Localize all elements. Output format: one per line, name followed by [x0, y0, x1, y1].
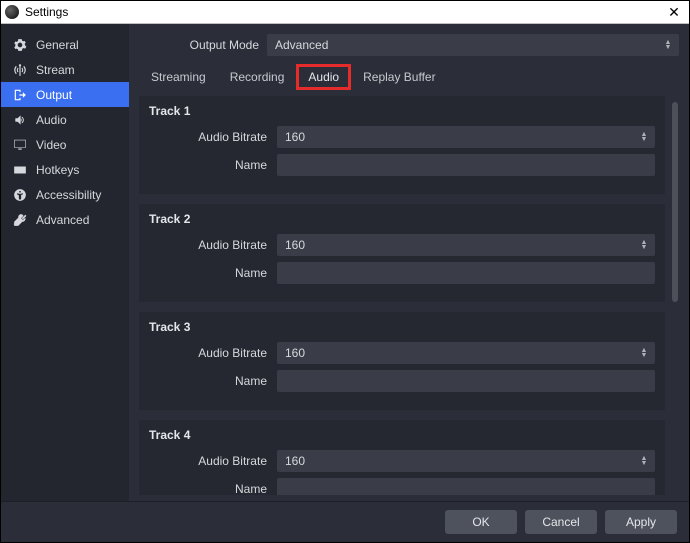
sidebar: General Stream Output Audio	[1, 24, 129, 501]
tab-recording[interactable]: Recording	[218, 64, 297, 90]
bitrate-value: 160	[285, 238, 305, 252]
speaker-icon	[13, 113, 27, 127]
gear-icon	[13, 38, 27, 52]
name-row: Name	[149, 478, 655, 495]
vertical-scrollbar[interactable]	[671, 96, 679, 495]
track-group: Track 4 Audio Bitrate 160 Name	[139, 420, 665, 495]
bitrate-label: Audio Bitrate	[149, 238, 277, 252]
bitrate-row: Audio Bitrate 160	[149, 126, 655, 148]
spin-buttons-icon	[637, 348, 651, 358]
scroll-area: Track 1 Audio Bitrate 160 Name	[139, 96, 679, 495]
bitrate-spinbox[interactable]: 160	[277, 450, 655, 472]
sidebar-item-video[interactable]: Video	[1, 132, 129, 157]
spin-buttons-icon	[637, 456, 651, 466]
bitrate-spinbox[interactable]: 160	[277, 342, 655, 364]
antenna-icon	[13, 63, 27, 77]
combo-stepper-icon	[661, 40, 675, 50]
app-icon	[5, 5, 19, 19]
button-label: Apply	[626, 515, 656, 529]
close-icon[interactable]: ✕	[663, 4, 685, 21]
bitrate-label: Audio Bitrate	[149, 346, 277, 360]
track-list: Track 1 Audio Bitrate 160 Name	[139, 96, 671, 495]
track-group: Track 3 Audio Bitrate 160 Name	[139, 312, 665, 410]
name-input[interactable]	[277, 154, 655, 176]
apply-button[interactable]: Apply	[605, 510, 677, 534]
tab-audio[interactable]: Audio	[296, 64, 351, 90]
tools-icon	[13, 213, 27, 227]
bitrate-spinbox[interactable]: 160	[277, 126, 655, 148]
monitor-icon	[13, 138, 27, 152]
name-row: Name	[149, 154, 655, 176]
sidebar-item-label: Audio	[36, 113, 67, 127]
output-mode-label: Output Mode	[139, 38, 267, 52]
track-group: Track 1 Audio Bitrate 160 Name	[139, 96, 665, 194]
bitrate-label: Audio Bitrate	[149, 130, 277, 144]
main-panel: Output Mode Advanced Streaming Recording…	[129, 24, 689, 501]
tab-label: Recording	[230, 70, 285, 84]
output-mode-combo[interactable]: Advanced	[267, 34, 679, 56]
bitrate-row: Audio Bitrate 160	[149, 342, 655, 364]
name-input[interactable]	[277, 262, 655, 284]
name-label: Name	[149, 266, 277, 280]
sidebar-item-label: Output	[36, 88, 72, 102]
track-title: Track 3	[149, 320, 655, 334]
tab-streaming[interactable]: Streaming	[139, 64, 218, 90]
cancel-button[interactable]: Cancel	[525, 510, 597, 534]
sidebar-item-label: General	[36, 38, 79, 52]
titlebar: Settings ✕	[1, 1, 689, 24]
tab-label: Replay Buffer	[363, 70, 436, 84]
name-row: Name	[149, 262, 655, 284]
spin-buttons-icon	[637, 240, 651, 250]
bitrate-label: Audio Bitrate	[149, 454, 277, 468]
tab-label: Streaming	[151, 70, 206, 84]
sidebar-item-output[interactable]: Output	[1, 82, 129, 107]
output-mode-row: Output Mode Advanced	[139, 34, 679, 56]
bitrate-value: 160	[285, 346, 305, 360]
sidebar-item-label: Video	[36, 138, 66, 152]
sidebar-item-stream[interactable]: Stream	[1, 57, 129, 82]
track-group: Track 2 Audio Bitrate 160 Name	[139, 204, 665, 302]
output-icon	[13, 88, 27, 102]
output-tabs: Streaming Recording Audio Replay Buffer	[139, 64, 679, 90]
name-label: Name	[149, 482, 277, 495]
button-label: Cancel	[542, 515, 579, 529]
body: General Stream Output Audio	[1, 24, 689, 502]
sidebar-item-hotkeys[interactable]: Hotkeys	[1, 157, 129, 182]
name-input[interactable]	[277, 478, 655, 495]
tab-label: Audio	[308, 70, 339, 84]
bitrate-row: Audio Bitrate 160	[149, 234, 655, 256]
name-input[interactable]	[277, 370, 655, 392]
sidebar-item-label: Stream	[36, 63, 75, 77]
sidebar-item-label: Advanced	[36, 213, 89, 227]
track-title: Track 1	[149, 104, 655, 118]
spin-buttons-icon	[637, 132, 651, 142]
button-label: OK	[472, 515, 489, 529]
sidebar-item-accessibility[interactable]: Accessibility	[1, 182, 129, 207]
bitrate-spinbox[interactable]: 160	[277, 234, 655, 256]
track-title: Track 2	[149, 212, 655, 226]
bitrate-value: 160	[285, 454, 305, 468]
sidebar-item-label: Hotkeys	[36, 163, 79, 177]
scrollbar-thumb[interactable]	[672, 102, 678, 302]
sidebar-item-audio[interactable]: Audio	[1, 107, 129, 132]
bitrate-value: 160	[285, 130, 305, 144]
sidebar-item-label: Accessibility	[36, 188, 101, 202]
dialog-footer: OK Cancel Apply	[1, 502, 689, 542]
keyboard-icon	[13, 163, 27, 177]
tab-replay-buffer[interactable]: Replay Buffer	[351, 64, 448, 90]
name-label: Name	[149, 158, 277, 172]
window-title: Settings	[25, 5, 663, 19]
sidebar-item-general[interactable]: General	[1, 32, 129, 57]
sidebar-item-advanced[interactable]: Advanced	[1, 207, 129, 232]
settings-window: Settings ✕ General Stream Output	[0, 0, 690, 543]
output-mode-value: Advanced	[275, 38, 328, 52]
bitrate-row: Audio Bitrate 160	[149, 450, 655, 472]
track-title: Track 4	[149, 428, 655, 442]
name-label: Name	[149, 374, 277, 388]
ok-button[interactable]: OK	[445, 510, 517, 534]
name-row: Name	[149, 370, 655, 392]
accessibility-icon	[13, 188, 27, 202]
